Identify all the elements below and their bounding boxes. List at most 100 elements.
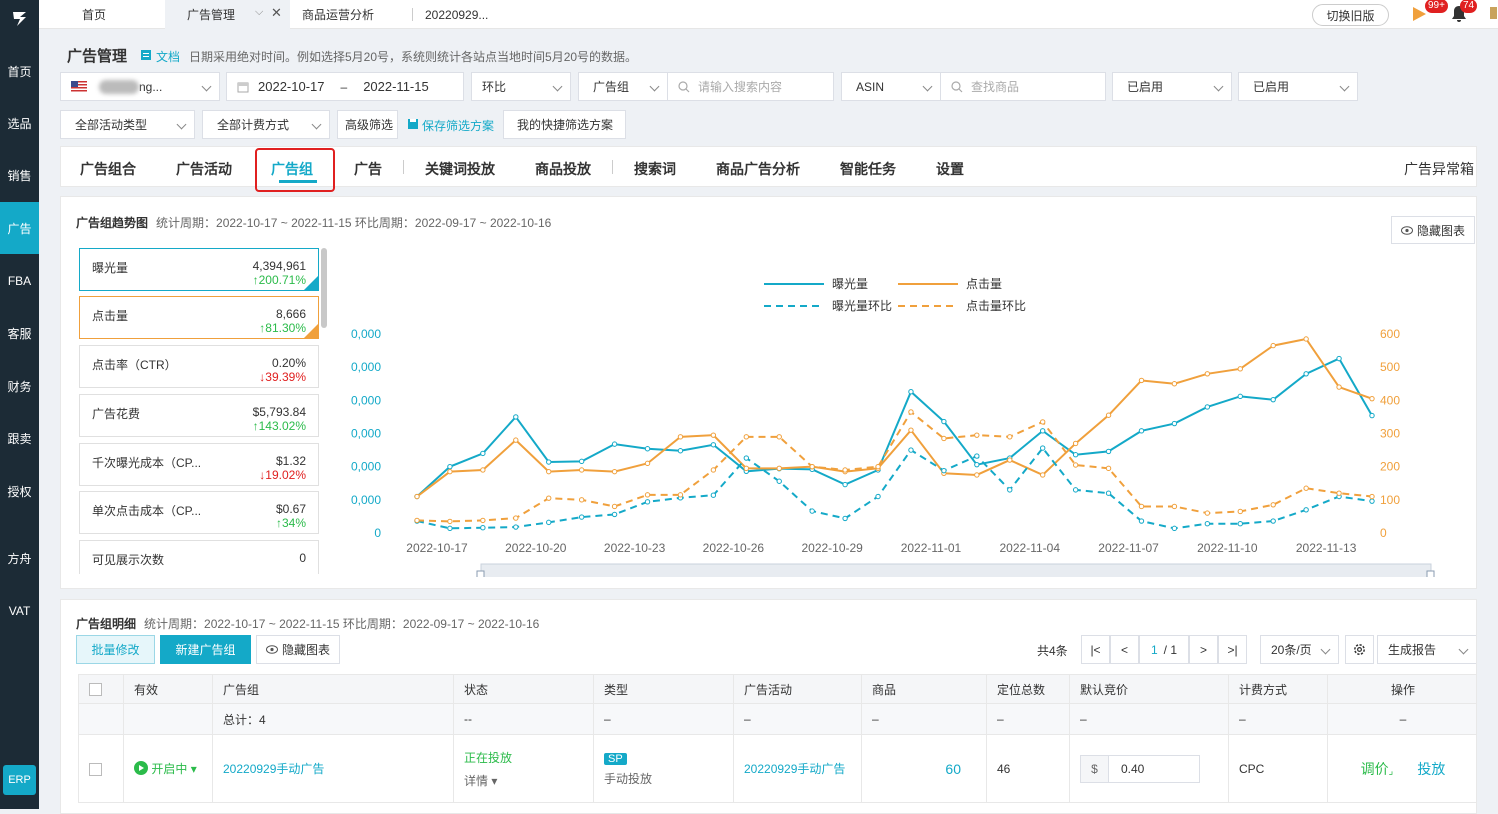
metric-viewable-impressions[interactable]: 可见展示次数 0 [79, 540, 319, 574]
type-cell: SP 手动投放 [593, 734, 734, 803]
data-point [1105, 465, 1112, 472]
targeting-link[interactable]: 投放 [1417, 761, 1445, 777]
data-point [1072, 440, 1079, 447]
campaign-link[interactable]: 20220929手动广告 [744, 762, 845, 776]
products-count-link[interactable]: 60 [945, 761, 961, 777]
goods-search-input[interactable]: 查找商品 [940, 72, 1106, 101]
tab-ad-20220929[interactable]: 20220929... [415, 0, 525, 29]
close-icon[interactable]: ✕ [271, 5, 282, 21]
page-input[interactable]: 1 / 1 [1139, 635, 1189, 664]
tab-ad[interactable]: 广告 [354, 159, 382, 179]
compare-select[interactable]: 环比 [471, 72, 571, 101]
tab-campaign[interactable]: 广告活动 [176, 159, 232, 179]
col-status[interactable]: 状态 [453, 674, 594, 704]
ad-exception-box-link[interactable]: 广告异常箱 [1404, 159, 1474, 179]
status-select-2[interactable]: 已启用 [1238, 72, 1358, 101]
tab-product-ad-analysis[interactable]: 商品广告分析 [716, 159, 800, 179]
sidebar-item-finance[interactable]: 财务 [0, 360, 39, 412]
asin-select[interactable]: ASIN [841, 72, 941, 101]
col-default-bid[interactable]: 默认竞价 [1069, 674, 1229, 704]
last-page-button[interactable]: >| [1218, 635, 1247, 664]
first-page-button[interactable]: |< [1081, 635, 1110, 664]
data-point [611, 511, 618, 518]
data-point [908, 409, 914, 415]
hide-chart-label: 隐藏图表 [1416, 223, 1465, 238]
date-start: 2022-10-17 [258, 79, 325, 94]
doc-link[interactable]: 文档 [156, 48, 180, 65]
metric-ctr[interactable]: 点击率（CTR） 0.20% ↓39.39% [79, 345, 319, 388]
data-point [578, 467, 585, 473]
sidebar-item-customer-service[interactable]: 客服 [0, 307, 39, 359]
col-ad-group[interactable]: 广告组 [212, 674, 454, 704]
y-left-tick-label: 250,000 [351, 360, 381, 374]
generate-report-button[interactable]: 生成报告 [1377, 635, 1476, 664]
settings-button[interactable] [1345, 635, 1374, 664]
adjust-price-link[interactable]: 调价 [1361, 761, 1389, 777]
erp-button[interactable]: ERP [3, 765, 36, 795]
tab-home[interactable]: 首页 [39, 0, 164, 29]
logo[interactable] [0, 0, 39, 38]
save-scheme-link[interactable]: 保存筛选方案 [422, 117, 494, 134]
user-icon[interactable] [1490, 7, 1497, 19]
tab-product-analysis[interactable]: 商品运营分析 [290, 0, 415, 29]
activity-type-select[interactable]: 全部活动类型 [60, 110, 195, 139]
sidebar-item-ads[interactable]: 广告 [0, 202, 39, 254]
data-point [710, 492, 717, 498]
col-active[interactable]: 有效 [123, 674, 213, 704]
sidebar-item-product-selection[interactable]: 选品 [0, 97, 39, 149]
create-ad-group-button[interactable]: 新建广告组 [160, 635, 251, 664]
sidebar-item-vat[interactable]: VAT [0, 585, 39, 637]
ad-group-link[interactable]: 20220929手动广告 [223, 762, 324, 776]
page-title: 广告管理 [67, 48, 128, 65]
sidebar-item-sales[interactable]: 销售 [0, 149, 39, 201]
col-campaign[interactable]: 广告活动 [733, 674, 862, 704]
tab-settings[interactable]: 设置 [936, 159, 964, 179]
y-right-tick-label: 0 [1380, 526, 1387, 540]
metric-name: 千次曝光成本（CP... [92, 456, 202, 470]
tab-portfolio[interactable]: 广告组合 [80, 159, 136, 179]
prev-page-button[interactable]: < [1110, 635, 1139, 664]
metric-cpm[interactable]: 千次曝光成本（CP... $1.32 ↓19.02% [79, 443, 319, 486]
data-point [1138, 428, 1145, 434]
search-input[interactable]: 请输入搜索内容 [667, 72, 834, 101]
metric-impressions[interactable]: 曝光量 4,394,961 ↑200.71% [79, 248, 319, 291]
col-type[interactable]: 类型 [593, 674, 734, 704]
detail-hide-chart-button[interactable]: 隐藏图表 [256, 635, 340, 664]
date-range-picker[interactable]: 2022-10-17 – 2022-11-15 [226, 72, 464, 101]
sidebar-item-ark[interactable]: 方舟 [0, 532, 39, 584]
my-scheme-button[interactable]: 我的快捷筛选方案 [503, 110, 626, 139]
status-select-1[interactable]: 已启用 [1112, 72, 1232, 101]
col-targets[interactable]: 定位总数 [986, 674, 1070, 704]
status-detail-toggle[interactable]: 详情 ▾ [464, 772, 583, 789]
scope-select[interactable]: 广告组 [578, 72, 668, 101]
goods-search-placeholder: 查找商品 [971, 80, 1020, 94]
row-checkbox[interactable] [89, 762, 102, 776]
tab-smart-tasks[interactable]: 智能任务 [840, 159, 896, 179]
metric-cpc[interactable]: 单次点击成本（CP... $0.67 ↑34% [79, 491, 319, 534]
active-toggle[interactable]: 开启中 ▾ [134, 761, 197, 776]
metric-list-scrollbar[interactable] [321, 248, 327, 328]
type-badge: SP [604, 752, 627, 765]
select-all-checkbox[interactable] [89, 683, 102, 697]
chevron-down-icon[interactable]: ⌵ [255, 6, 263, 19]
metric-clicks[interactable]: 点击量 8,666 ↑81.30% [79, 296, 319, 339]
metric-spend[interactable]: 广告花费 $5,793.84 ↑143.02% [79, 394, 319, 437]
batch-edit-button[interactable]: 批量修改 [76, 635, 155, 664]
tab-product-targeting[interactable]: 商品投放 [535, 159, 591, 179]
billing-select[interactable]: 全部计费方式 [202, 110, 330, 139]
advanced-filter-button[interactable]: 高级筛选 [337, 110, 398, 139]
bid-input[interactable]: $0.40 [1080, 754, 1200, 783]
store-select[interactable]: ng... [60, 72, 220, 101]
col-billing[interactable]: 计费方式 [1228, 674, 1328, 704]
sidebar-item-fba[interactable]: FBA [0, 255, 39, 307]
legend-label: 曝光量 [832, 277, 868, 291]
tab-keyword-targeting[interactable]: 关键词投放 [425, 159, 495, 179]
page-size-select[interactable]: 20条/页 [1260, 635, 1339, 664]
sidebar-item-follow-sell[interactable]: 跟卖 [0, 412, 39, 464]
col-products[interactable]: 商品 [861, 674, 987, 704]
switch-old-version-button[interactable]: 切换旧版 [1312, 4, 1389, 26]
sidebar-item-home[interactable]: 首页 [0, 45, 39, 97]
sidebar-item-authorization[interactable]: 授权 [0, 465, 39, 517]
tab-search-terms[interactable]: 搜索词 [634, 159, 676, 179]
next-page-button[interactable]: > [1189, 635, 1218, 664]
